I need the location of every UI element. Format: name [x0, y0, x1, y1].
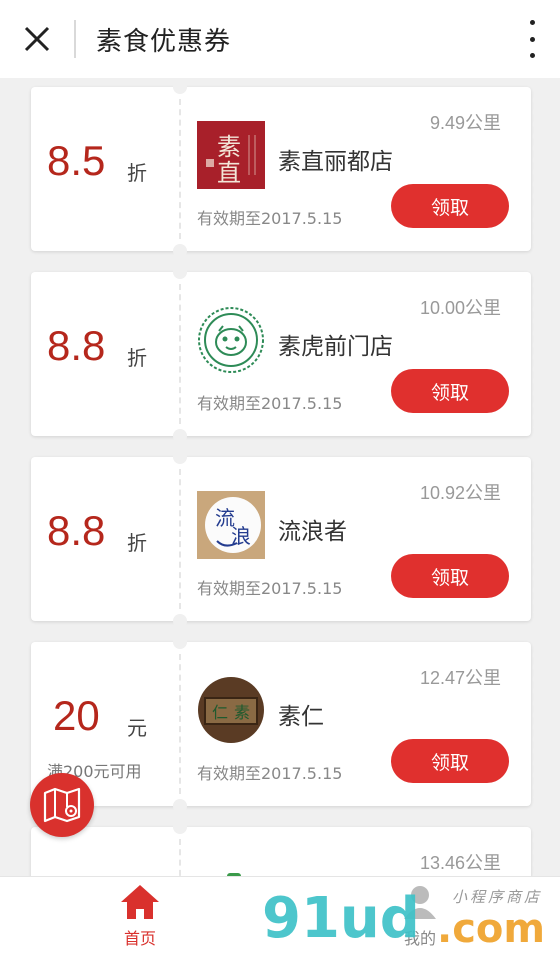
- coupon-value: 8.5: [47, 137, 106, 184]
- coupon-value: 8.8: [47, 507, 106, 554]
- store-distance: 9.49公里: [429, 113, 501, 133]
- nav-home-label: 首页: [123, 929, 156, 948]
- coupon-unit: 折: [127, 531, 147, 555]
- watermark-sub: 小程序商店: [452, 888, 543, 906]
- home-icon: [121, 885, 159, 919]
- header-divider: [74, 20, 76, 58]
- coupon-validity: 有效期至2017.5.15: [197, 764, 343, 783]
- coupon-value: 8.8: [47, 322, 106, 369]
- claim-button[interactable]: 领取: [391, 184, 509, 228]
- svg-text:直: 直: [217, 159, 241, 187]
- ticket-notch: [173, 429, 187, 443]
- coupon-card: 8.5 折 素 直 素直丽都店 9.49公里 有效期至2017.5.15 领取: [31, 80, 537, 258]
- map-pin-icon: [43, 787, 81, 823]
- ticket-divider: [179, 839, 181, 876]
- watermark-suffix: .com: [437, 906, 546, 952]
- store-distance: 13.46公里: [419, 853, 501, 873]
- ticket-divider: [179, 654, 181, 794]
- store-name: 素仁: [278, 704, 324, 730]
- close-icon: [24, 26, 50, 52]
- store-logo: 仁 素: [197, 676, 265, 744]
- coupon-unit: 元: [127, 716, 147, 740]
- ticket-divider: [179, 99, 181, 239]
- map-button[interactable]: [30, 773, 94, 837]
- more-dot: [529, 53, 535, 58]
- ticket-notch: [173, 265, 187, 279]
- more-button[interactable]: [526, 20, 538, 58]
- more-vertical-icon: [529, 20, 535, 25]
- svg-text:素: 素: [234, 703, 250, 722]
- claim-button[interactable]: 领取: [391, 554, 509, 598]
- coupon-card: 13.46公里: [31, 820, 537, 876]
- coupon-value: 20: [53, 692, 100, 739]
- ticket-notch: [173, 450, 187, 464]
- ticket-divider: [179, 284, 181, 424]
- ticket-notch: [173, 614, 187, 628]
- liulangzhe-logo: 流 浪: [197, 491, 265, 559]
- store-name: 素直丽都店: [278, 149, 393, 175]
- coupon-validity: 有效期至2017.5.15: [197, 579, 343, 598]
- suhu-tiger-logo: [198, 307, 264, 373]
- store-name: 流浪者: [278, 519, 347, 545]
- watermark-main: 91ud: [262, 886, 420, 951]
- store-logo: [197, 306, 265, 374]
- coupon-validity: 有效期至2017.5.15: [197, 394, 343, 413]
- more-dot: [529, 36, 535, 42]
- suren-plaque-logo: 仁 素: [198, 677, 264, 743]
- ticket-notch: [173, 635, 187, 649]
- claim-button[interactable]: 领取: [391, 739, 509, 783]
- coupon-card: 8.8 折 流 浪 流浪者 10.92公里 有效期至2017.5.15 领取: [31, 450, 537, 628]
- page-title: 素食优惠券: [96, 26, 232, 57]
- coupon-list[interactable]: 8.5 折 素 直 素直丽都店 9.49公里 有效期至2017.5.15 领取 …: [0, 78, 560, 876]
- coupon-validity: 有效期至2017.5.15: [197, 209, 343, 228]
- svg-text:素: 素: [217, 133, 241, 161]
- coupon-card: 20 元 满200元可用 仁 素 素仁 12.47公里 有效期至2017.5.1…: [31, 635, 537, 813]
- coupon-card: 8.8 折 素虎前门店 10.00公里 有效期至2017.5.15 领取: [31, 265, 537, 443]
- store-logo: 素 直: [197, 121, 265, 189]
- coupon-unit: 折: [127, 161, 147, 185]
- ticket-notch: [173, 820, 187, 834]
- svg-text:仁: 仁: [212, 703, 228, 722]
- watermark: 91ud .com 小程序商店: [262, 880, 558, 960]
- close-button[interactable]: [0, 0, 74, 78]
- ticket-notch: [173, 244, 187, 258]
- nav-home[interactable]: 首页: [100, 883, 180, 957]
- app-header: 素食优惠券: [0, 0, 560, 78]
- claim-button[interactable]: 领取: [391, 369, 509, 413]
- ticket-notch: [173, 80, 187, 94]
- store-logo: 流 浪: [197, 491, 265, 559]
- suzhi-logo: 素 直: [197, 121, 265, 189]
- store-distance: 10.00公里: [419, 298, 501, 318]
- ticket-notch: [173, 799, 187, 813]
- store-distance: 12.47公里: [419, 668, 501, 688]
- store-distance: 10.92公里: [419, 483, 501, 503]
- store-name: 素虎前门店: [278, 334, 393, 360]
- ticket-divider: [179, 469, 181, 609]
- coupon-unit: 折: [127, 346, 147, 370]
